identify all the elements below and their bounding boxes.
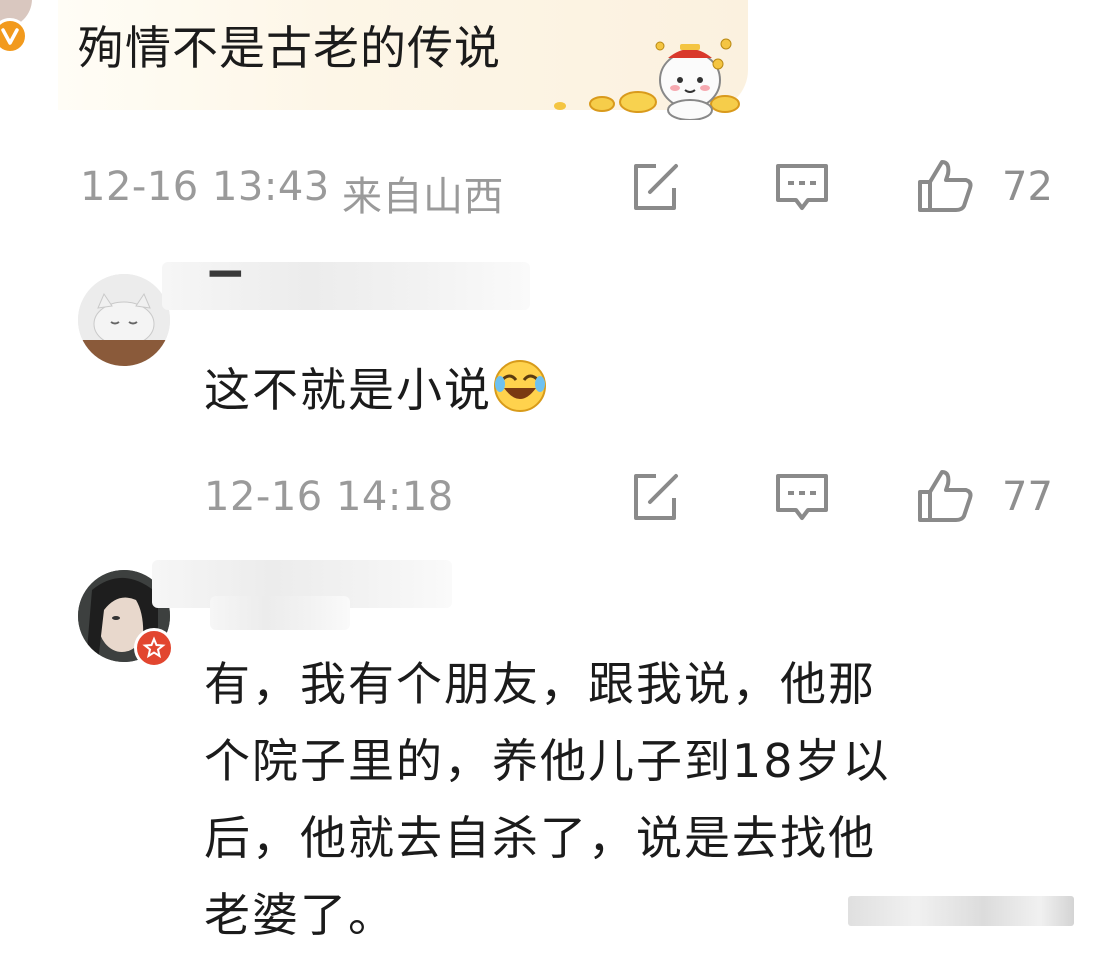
- comment-line: 后，他就去自杀了，说是去找他: [204, 811, 876, 865]
- comment-icon[interactable]: [772, 468, 832, 528]
- redaction-scribble: [848, 896, 1074, 926]
- username-fragment: ▔: [210, 272, 241, 318]
- share-edit-icon[interactable]: [626, 468, 686, 528]
- like-count: 77: [1002, 474, 1053, 520]
- comment-icon[interactable]: [772, 158, 832, 218]
- like-count: 72: [1002, 164, 1053, 210]
- comment-text: 殉情不是古老的传说: [78, 21, 501, 75]
- commenter-avatar[interactable]: [78, 274, 170, 366]
- share-edit-icon[interactable]: [626, 158, 686, 218]
- user-badge-icon: [134, 628, 174, 668]
- comment-line: 有，我有个朋友，跟我说，他那: [204, 657, 876, 711]
- comment-text: 这不就是小说: [204, 352, 548, 429]
- comment-timestamp: 12-16 14:18: [204, 474, 454, 520]
- laugh-cry-emoji-icon: [494, 360, 546, 412]
- thumbs-up-icon[interactable]: [914, 466, 974, 526]
- comment-timestamp: 12-16 13:43: [80, 164, 330, 210]
- comment-location: 来自山西: [342, 174, 504, 220]
- comment-line: 个院子里的，养他儿子到18岁以: [204, 734, 891, 788]
- username-redacted-2: [210, 596, 350, 630]
- vip-icon: [0, 18, 28, 54]
- sticker-mascot-icon: [554, 38, 740, 120]
- thumbs-up-icon[interactable]: [914, 156, 974, 216]
